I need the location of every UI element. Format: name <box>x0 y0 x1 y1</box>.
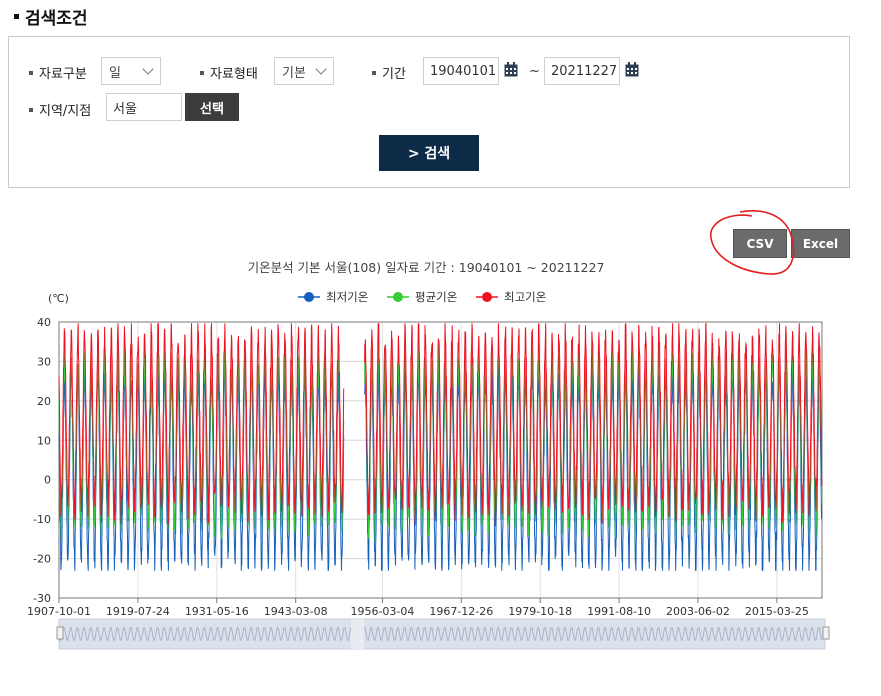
data-type-label: 자료구분 <box>29 63 87 82</box>
data-form-label: 자료형태 <box>200 63 258 82</box>
region-input[interactable] <box>106 93 182 121</box>
chevron-down-icon <box>315 63 327 75</box>
title-bullet <box>14 14 19 19</box>
legend-item[interactable]: 평균기온 <box>387 290 457 304</box>
plot-area[interactable] <box>58 323 823 571</box>
data-form-select[interactable]: 기본 <box>274 57 334 85</box>
page-title: 검색조건 <box>25 9 88 29</box>
csv-download-button[interactable]: CSV <box>733 229 787 258</box>
legend-marker <box>304 292 314 302</box>
navigator-handle[interactable] <box>56 626 64 640</box>
y-tick-label: 10 <box>37 434 51 447</box>
y-tick-label: 20 <box>37 395 51 408</box>
x-tick-label: 1979-10-18 <box>508 605 572 618</box>
calendar-icon[interactable] <box>504 62 518 77</box>
legend-label: 최저기온 <box>326 290 368 304</box>
region-label: 지역/지점 <box>29 100 91 119</box>
x-tick-label: 2015-03-25 <box>745 605 809 618</box>
calendar-icon[interactable] <box>625 62 639 77</box>
x-tick-label: 1931-05-16 <box>185 605 249 618</box>
chevron-down-icon <box>142 63 154 75</box>
label-bullet <box>200 70 204 75</box>
y-tick-label: -30 <box>33 592 51 605</box>
data-type-select[interactable]: 일 <box>101 57 161 85</box>
x-tick-label: 1919-07-24 <box>106 605 170 618</box>
region-label-text: 지역/지점 <box>39 104 92 119</box>
section-title: 검색조건 <box>14 4 88 29</box>
legend-label: 평균기온 <box>415 290 457 304</box>
x-tick-label: 2003-06-02 <box>666 605 730 618</box>
data-form-label-text: 자료형태 <box>210 67 258 82</box>
y-tick-labels: 40 30 20 10 0 -10 -20 -30 <box>33 316 51 605</box>
data-form-selected-value: 기본 <box>282 65 306 81</box>
y-tick-label: -10 <box>33 513 51 526</box>
y-tick-label: -20 <box>33 553 51 566</box>
label-bullet <box>29 70 33 75</box>
period-label-text: 기간 <box>382 67 406 82</box>
search-conditions-panel: 자료구분 일 자료형태 기본 기간 ~ 지역/지점 선택 > 검색 <box>8 36 850 188</box>
x-tick-label: 1967-12-26 <box>429 605 493 618</box>
range-navigator[interactable] <box>56 618 830 650</box>
chart-legend[interactable]: 최저기온 평균기온 최고기온 <box>298 290 546 304</box>
excel-download-button[interactable]: Excel <box>791 229 850 258</box>
label-bullet <box>372 70 376 75</box>
y-tick-label: 40 <box>37 316 51 329</box>
legend-item[interactable]: 최저기온 <box>298 290 368 304</box>
navigator-gap <box>351 619 364 649</box>
legend-item[interactable]: 최고기온 <box>476 290 546 304</box>
period-label: 기간 <box>372 63 406 82</box>
legend-marker <box>482 292 492 302</box>
x-tick-labels: 1907-10-01 1919-07-24 1931-05-16 1943-03-08… <box>27 605 809 618</box>
y-tick-label: 30 <box>37 355 51 368</box>
series-line <box>58 323 345 525</box>
label-bullet <box>29 107 33 112</box>
x-tick-label: 1943-03-08 <box>264 605 328 618</box>
legend-label: 최고기온 <box>504 290 546 304</box>
legend-marker <box>393 292 403 302</box>
date-range-separator: ~ <box>529 64 540 79</box>
data-type-label-text: 자료구분 <box>39 67 87 82</box>
select-region-button[interactable]: 선택 <box>185 93 239 121</box>
y-tick-label: 0 <box>44 474 51 487</box>
search-button[interactable]: > 검색 <box>379 135 479 171</box>
end-date-input[interactable] <box>544 57 620 85</box>
x-tick-label: 1907-10-01 <box>27 605 91 618</box>
y-axis-label: (℃) <box>48 292 69 305</box>
start-date-input[interactable] <box>423 57 499 85</box>
temperature-chart: 기온분석 기본 서울(108) 일자료 기간 : 19040101 ~ 2021… <box>27 260 830 650</box>
chart-title: 기온분석 기본 서울(108) 일자료 기간 : 19040101 ~ 2021… <box>248 260 605 275</box>
data-type-selected-value: 일 <box>109 65 121 81</box>
navigator-handle[interactable] <box>822 626 830 640</box>
x-tick-label: 1991-08-10 <box>587 605 651 618</box>
x-tick-label: 1956-03-04 <box>350 605 414 618</box>
